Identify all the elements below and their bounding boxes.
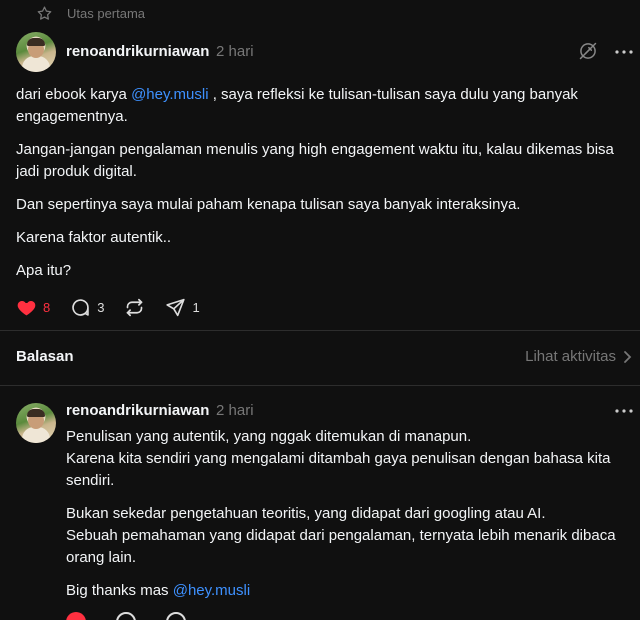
repost-button[interactable] xyxy=(124,297,145,318)
more-options-icon[interactable] xyxy=(614,408,634,414)
like-count: 8 xyxy=(43,299,51,315)
share-button[interactable]: 1 xyxy=(165,297,200,318)
post-actions: 8 3 1 xyxy=(16,296,220,318)
share-count: 1 xyxy=(192,299,200,315)
mention-link[interactable]: @hey.musli xyxy=(173,582,250,599)
post-paragraph: Karena faktor autentik.. xyxy=(16,229,172,246)
like-button[interactable]: 8 xyxy=(16,297,50,318)
heart-icon xyxy=(17,300,36,315)
more-options-icon[interactable] xyxy=(614,49,634,55)
chevron-right-icon xyxy=(624,350,632,363)
pinned-thread-label: Utas pertama xyxy=(36,4,145,22)
mention-link[interactable]: @hey.musli xyxy=(131,86,208,103)
avatar[interactable] xyxy=(16,403,56,443)
divider xyxy=(0,385,640,386)
comment-icon xyxy=(72,298,90,316)
post-paragraph: dari ebook karya @hey.musli , saya refle… xyxy=(16,86,578,125)
replies-heading: Balasan xyxy=(16,348,74,365)
pinned-label: Utas pertama xyxy=(67,5,146,21)
edit-disabled-icon[interactable] xyxy=(578,41,598,61)
post-paragraph: Apa itu? xyxy=(16,262,72,279)
heart-icon[interactable] xyxy=(66,612,86,620)
reply-username[interactable]: renoandrikurniawan xyxy=(66,402,209,419)
reply-body: Penulisan yang autentik, yang nggak dite… xyxy=(66,426,636,613)
comment-count: 3 xyxy=(97,299,105,315)
star-icon xyxy=(37,5,52,20)
post-paragraph: Dan sepertinya saya mulai paham kenapa t… xyxy=(16,196,521,213)
post-username[interactable]: renoandrikurniawan xyxy=(66,43,209,60)
reply-paragraph: Penulisan yang autentik, yang nggak dite… xyxy=(66,428,611,489)
repost-icon xyxy=(127,298,143,316)
reply-paragraph: Big thanks mas @hey.musli xyxy=(66,582,251,599)
post-timestamp[interactable]: 2 hari xyxy=(216,43,254,60)
view-activity-link[interactable]: Lihat aktivitas xyxy=(525,348,632,365)
divider xyxy=(0,330,640,331)
reply-paragraph: Bukan sekedar pengetahuan teoritis, yang… xyxy=(66,505,616,566)
view-activity-label: Lihat aktivitas xyxy=(525,348,616,365)
send-icon xyxy=(166,298,186,316)
reply-actions xyxy=(66,612,186,620)
post-paragraph: Jangan-jangan pengalaman menulis yang hi… xyxy=(16,141,614,180)
comment-icon[interactable] xyxy=(116,612,136,620)
repost-icon[interactable] xyxy=(166,612,186,620)
reply-timestamp[interactable]: 2 hari xyxy=(216,402,254,419)
avatar[interactable] xyxy=(16,32,56,72)
comment-button[interactable]: 3 xyxy=(70,297,104,318)
post-body: dari ebook karya @hey.musli , saya refle… xyxy=(16,84,626,293)
